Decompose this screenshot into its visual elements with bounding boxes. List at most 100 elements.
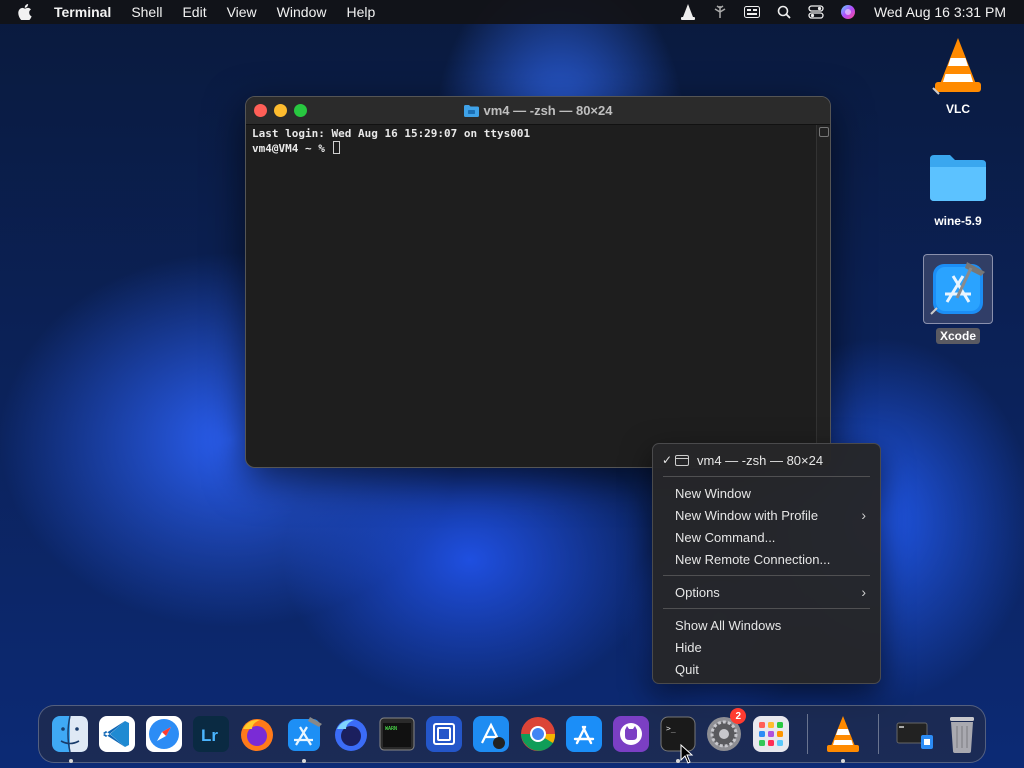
menu-shell[interactable]: Shell xyxy=(131,4,162,20)
dock-lightroom[interactable]: Lr xyxy=(191,714,231,754)
apple-icon[interactable] xyxy=(18,4,40,20)
folder-icon xyxy=(463,104,479,117)
menu-app-terminal[interactable]: Terminal xyxy=(54,4,111,20)
finder-icon xyxy=(52,715,89,753)
menu-item-label: New Window with Profile xyxy=(675,507,819,523)
siri-icon[interactable] xyxy=(839,4,857,20)
dock-context-menu: ✓ vm4 — -zsh — 80×24 New Window New Wind… xyxy=(652,443,881,684)
menu-item-current-window[interactable]: ✓ vm4 — -zsh — 80×24 xyxy=(653,449,880,471)
menu-item-show-all-windows[interactable]: Show All Windows xyxy=(653,614,880,636)
dock-finder[interactable] xyxy=(51,714,91,763)
xcode-icon xyxy=(923,254,993,324)
github-icon xyxy=(612,716,649,752)
terminal-output[interactable]: Last login: Wed Aug 16 15:29:07 on ttys0… xyxy=(246,125,816,467)
dock-system-settings[interactable]: 2 xyxy=(705,708,747,754)
network-icon[interactable] xyxy=(711,4,729,20)
input-source-icon[interactable] xyxy=(743,4,761,20)
menu-item-label: Options xyxy=(675,584,720,600)
menu-separator xyxy=(663,575,870,576)
terminal-titlebar[interactable]: vm4 — -zsh — 80×24 xyxy=(246,97,830,125)
terminal-window[interactable]: vm4 — -zsh — 80×24 Last login: Wed Aug 1… xyxy=(245,96,831,468)
desktop-icon-label: VLC xyxy=(946,102,970,116)
menu-item-hide[interactable]: Hide xyxy=(653,636,880,658)
chevron-right-icon: › xyxy=(861,584,866,600)
dock-simulator[interactable] xyxy=(424,714,464,754)
menu-edit[interactable]: Edit xyxy=(182,4,206,20)
trash-icon xyxy=(949,717,974,753)
dock-vscode[interactable] xyxy=(97,714,137,754)
menu-item-new-window-with-profile[interactable]: New Window with Profile › xyxy=(653,504,880,526)
menu-item-new-remote-connection[interactable]: New Remote Connection... xyxy=(653,548,880,570)
minimize-button[interactable] xyxy=(274,104,287,117)
console-icon: WARN xyxy=(379,717,415,751)
scrollbar[interactable] xyxy=(816,125,830,467)
prompt-text: vm4@VM4 ~ % xyxy=(252,142,332,155)
menu-window[interactable]: Window xyxy=(277,4,327,20)
svg-text:>_: >_ xyxy=(666,724,676,733)
launchpad-icon xyxy=(753,716,790,752)
dock: Lr WARN >_ 2 xyxy=(38,705,986,763)
terminal-prompt: vm4@VM4 ~ % xyxy=(252,141,810,156)
dock-app-store[interactable] xyxy=(564,714,604,754)
menu-view[interactable]: View xyxy=(227,4,257,20)
safari-icon xyxy=(145,716,182,752)
menu-item-quit[interactable]: Quit xyxy=(653,658,880,680)
menu-item-new-window[interactable]: New Window xyxy=(653,482,880,504)
terminal-line: Last login: Wed Aug 16 15:29:07 on ttys0… xyxy=(252,127,531,140)
vlc-cone-icon xyxy=(826,716,859,752)
menu-item-label: vm4 — -zsh — 80×24 xyxy=(697,452,824,468)
desktop-icon-label: Xcode xyxy=(935,328,980,344)
dock-xcode[interactable] xyxy=(284,714,324,763)
dock-github-desktop[interactable] xyxy=(611,714,651,754)
desktop-icon-wine[interactable]: wine-5.9 xyxy=(918,146,998,228)
chevron-right-icon: › xyxy=(861,507,866,523)
vlc-status-icon[interactable] xyxy=(679,4,697,20)
dock-trash[interactable] xyxy=(942,714,982,754)
menu-separator xyxy=(663,476,870,477)
chrome-icon xyxy=(520,717,555,751)
dock-safari[interactable] xyxy=(144,714,184,754)
clock[interactable]: Wed Aug 16 3:31 PM xyxy=(874,4,1006,20)
dock-launchpad[interactable] xyxy=(751,714,791,754)
scroll-knob[interactable] xyxy=(819,127,829,137)
app-store-icon xyxy=(566,716,603,752)
dock-firefox[interactable] xyxy=(237,714,277,754)
simulator-icon xyxy=(426,716,463,752)
dock-vlc[interactable] xyxy=(823,714,863,763)
status-area: Wed Aug 16 3:31 PM xyxy=(672,0,1024,24)
text-cursor xyxy=(333,141,341,154)
svg-text:WARN: WARN xyxy=(385,726,397,732)
dock-console[interactable]: WARN xyxy=(378,714,418,754)
spotlight-search-icon[interactable] xyxy=(775,4,793,20)
vscode-icon xyxy=(99,716,136,752)
dock-chrome[interactable] xyxy=(518,714,558,754)
notification-badge: 2 xyxy=(730,708,747,724)
window-title: vm4 — -zsh — 80×24 xyxy=(483,103,613,118)
window-controls xyxy=(254,104,314,117)
vlc-cone-icon xyxy=(926,34,990,98)
downloads-stack-icon xyxy=(896,722,933,749)
menu-separator xyxy=(663,608,870,609)
dock-instruments[interactable] xyxy=(471,714,511,754)
firefox-developer-icon xyxy=(334,719,367,751)
dock-firefox-developer[interactable] xyxy=(331,714,371,754)
dock-divider xyxy=(806,714,808,754)
desktop-icon-vlc[interactable]: VLC xyxy=(918,34,998,116)
dock-downloads-stack[interactable] xyxy=(895,714,935,754)
control-center-icon[interactable] xyxy=(807,4,825,20)
menu-item-new-command[interactable]: New Command... xyxy=(653,526,880,548)
firefox-icon xyxy=(241,719,274,751)
menu-item-options[interactable]: Options › xyxy=(653,581,880,603)
lightroom-icon: Lr xyxy=(192,716,229,752)
zoom-button[interactable] xyxy=(294,104,307,117)
desktop-icon-xcode[interactable]: Xcode xyxy=(918,254,998,344)
running-indicator xyxy=(68,759,73,763)
menu-help[interactable]: Help xyxy=(346,4,375,20)
folder-icon xyxy=(926,146,990,210)
menu-bar: Terminal Shell Edit View Window Help Wed… xyxy=(0,0,1024,24)
desktop-icon-label: wine-5.9 xyxy=(934,214,982,228)
instruments-icon xyxy=(472,716,509,752)
checkmark-icon: ✓ xyxy=(662,453,673,467)
close-button[interactable] xyxy=(254,104,267,117)
svg-text:Lr: Lr xyxy=(201,726,218,745)
